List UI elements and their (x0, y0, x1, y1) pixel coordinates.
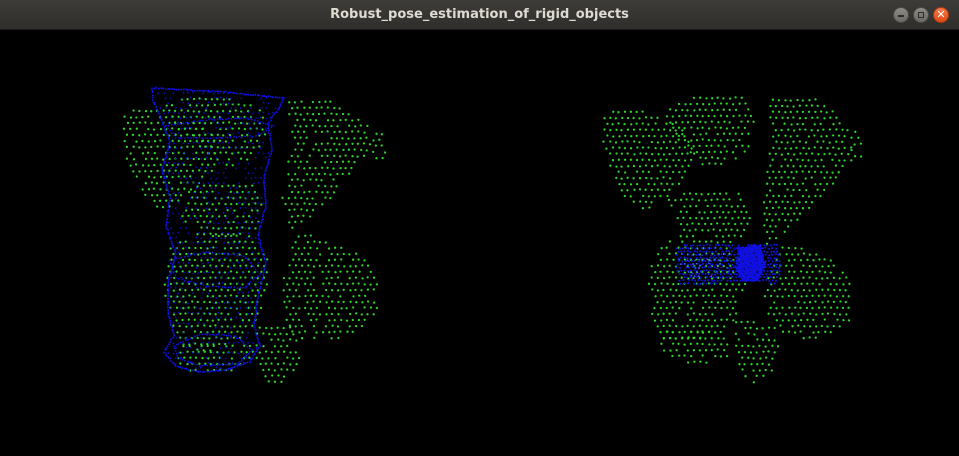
left-view (122, 86, 387, 384)
window-controls: ✕ (893, 7, 949, 23)
maximize-button[interactable] (913, 7, 929, 23)
point-cloud-viewport[interactable] (0, 30, 959, 456)
minimize-icon (898, 15, 904, 17)
left-object-point-cloud (150, 86, 285, 373)
right-object-point-cloud (675, 243, 782, 286)
close-button[interactable]: ✕ (933, 7, 949, 23)
right-view (602, 96, 863, 384)
close-icon: ✕ (936, 8, 946, 21)
application-window: Robust_pose_estimation_of_rigid_objects … (0, 0, 959, 456)
title-bar[interactable]: Robust_pose_estimation_of_rigid_objects … (0, 0, 959, 30)
minimize-button[interactable] (893, 7, 909, 23)
maximize-icon (918, 12, 924, 18)
left-scene-point-cloud (122, 97, 387, 384)
point-cloud-canvas[interactable] (0, 30, 959, 456)
right-scene-point-cloud (602, 96, 863, 384)
window-title: Robust_pose_estimation_of_rigid_objects (330, 7, 629, 22)
